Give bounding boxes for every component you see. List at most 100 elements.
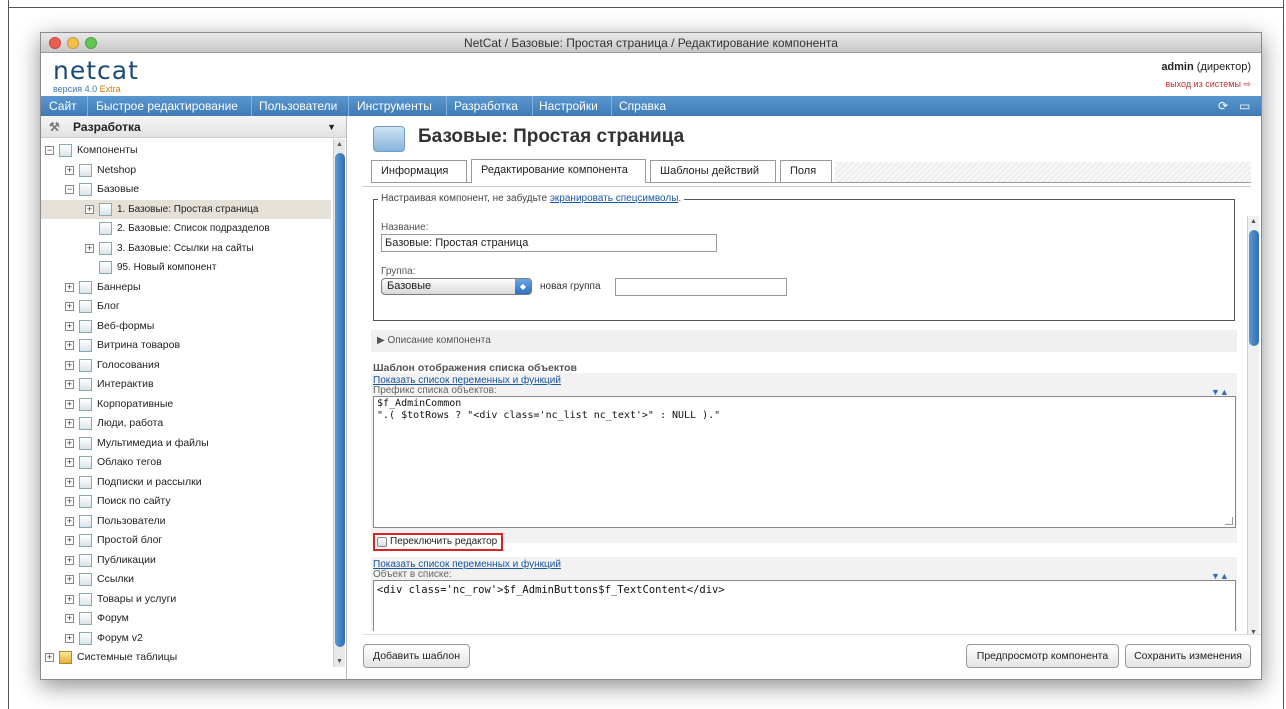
collapse-icon[interactable]: − bbox=[65, 185, 74, 194]
tree-item[interactable]: +1. Базовые: Простая страница bbox=[41, 199, 331, 219]
expand-icon[interactable]: + bbox=[65, 321, 74, 331]
toggle-editor-checkbox[interactable]: Переключить редактор bbox=[373, 533, 503, 551]
netcat-logo[interactable]: netcat bbox=[53, 56, 139, 85]
tab-action-templates[interactable]: Шаблоны действий bbox=[650, 160, 776, 182]
expand-icon[interactable]: + bbox=[65, 536, 74, 545]
tree-item[interactable]: +3. Базовые: Ссылки на сайты bbox=[41, 239, 331, 258]
expand-icon[interactable]: + bbox=[65, 302, 74, 311]
tree-item[interactable]: − Базовые bbox=[41, 180, 331, 199]
content-scrollbar[interactable]: ▲ ▼ bbox=[1247, 216, 1259, 638]
chevron-down-icon[interactable]: ▼ bbox=[327, 116, 336, 138]
expand-icon[interactable]: + bbox=[65, 477, 74, 487]
tree-item[interactable]: + Ссылки bbox=[41, 570, 331, 589]
tree-item[interactable]: + Мультимедиа и файлы bbox=[41, 434, 331, 453]
chat-icon[interactable]: ▭ bbox=[1239, 99, 1250, 113]
tree-item[interactable]: + Netshop bbox=[41, 161, 331, 180]
tree-item[interactable]: 95. Новый компонент bbox=[41, 258, 331, 277]
expand-icon[interactable]: + bbox=[85, 243, 94, 253]
expand-icon[interactable]: + bbox=[65, 399, 74, 409]
close-button[interactable] bbox=[49, 37, 61, 49]
table-icon bbox=[59, 651, 72, 664]
scroll-down-icon[interactable]: ▼ bbox=[336, 658, 343, 665]
expand-icon[interactable]: + bbox=[65, 282, 74, 292]
logout-link[interactable]: выход из системы ⇨ bbox=[1165, 79, 1251, 90]
tree-item[interactable]: + Блог bbox=[41, 297, 331, 316]
sidebar-header[interactable]: ⚒ Разработка ▼ bbox=[41, 116, 346, 138]
expand-icon[interactable]: + bbox=[65, 165, 74, 175]
group-select[interactable]: Базовые ◆ bbox=[381, 278, 532, 295]
menu-item-settings[interactable]: Настройки bbox=[539, 99, 598, 113]
tree-item[interactable]: + Витрина товаров bbox=[41, 336, 331, 355]
expand-icon[interactable]: + bbox=[45, 653, 54, 662]
sidebar-scroll-thumb[interactable] bbox=[335, 153, 345, 647]
tree-item[interactable]: + Публикации bbox=[41, 551, 331, 570]
expand-icon[interactable]: + bbox=[65, 341, 74, 350]
tree-item[interactable]: + Поиск по сайту bbox=[41, 492, 331, 511]
tree-item[interactable]: + Простой блог bbox=[41, 531, 331, 550]
tree-item[interactable]: + Баннеры bbox=[41, 278, 331, 297]
prefix-code-editor[interactable]: $f_AdminCommon ".( $totRows ? "<div clas… bbox=[373, 396, 1236, 528]
expand-icon[interactable]: + bbox=[65, 594, 74, 604]
tree-item[interactable]: + Форум v2 bbox=[41, 629, 331, 648]
tree-item[interactable]: + Голосования bbox=[41, 356, 331, 375]
expand-icon[interactable]: + bbox=[65, 614, 74, 623]
scroll-up-icon[interactable]: ▲ bbox=[336, 141, 343, 148]
escape-chars-link[interactable]: экранировать спецсимволы bbox=[550, 193, 679, 204]
menu-item-site[interactable]: Сайт bbox=[49, 99, 77, 113]
tab-component-edit[interactable]: Редактирование компонента bbox=[471, 159, 646, 183]
minimize-button[interactable] bbox=[67, 37, 79, 49]
new-group-input[interactable] bbox=[615, 278, 787, 296]
checkbox-icon[interactable] bbox=[377, 537, 387, 547]
save-changes-button[interactable]: Сохранить изменения bbox=[1125, 644, 1251, 668]
expand-icon[interactable]: + bbox=[65, 497, 74, 506]
tree-item-label: Пользователи bbox=[97, 514, 166, 527]
object-code-editor[interactable]: <div class='nc_row'>$f_AdminButtons$f_Te… bbox=[373, 580, 1236, 631]
expand-icon[interactable]: + bbox=[65, 380, 74, 389]
menu-item-quick-edit[interactable]: Быстрое редактирование bbox=[96, 99, 238, 113]
preview-component-button[interactable]: Предпросмотр компонента bbox=[966, 644, 1119, 668]
tree-item[interactable]: 2. Базовые: Список подразделов bbox=[41, 219, 331, 238]
expand-icon[interactable]: + bbox=[65, 633, 74, 643]
sidebar-scrollbar[interactable]: ▲ ▼ bbox=[333, 139, 345, 667]
tree-item[interactable]: + Веб-формы bbox=[41, 317, 331, 336]
tree-item-label: Netshop bbox=[97, 163, 137, 176]
tab-fields[interactable]: Поля bbox=[780, 160, 832, 182]
expand-icon[interactable]: + bbox=[65, 438, 74, 448]
new-group-label: новая группа bbox=[540, 281, 601, 292]
component-icon bbox=[79, 553, 92, 567]
add-template-button[interactable]: Добавить шаблон bbox=[363, 644, 470, 668]
zoom-button[interactable] bbox=[85, 37, 97, 49]
tree-item[interactable]: + Люди, работа bbox=[41, 414, 331, 433]
description-toggle[interactable]: ▶ Описание компонента bbox=[371, 330, 1237, 352]
content-scroll-thumb[interactable] bbox=[1249, 230, 1259, 346]
expand-icon[interactable]: + bbox=[85, 204, 94, 214]
expand-icon[interactable]: + bbox=[65, 516, 74, 526]
menu-item-users[interactable]: Пользователи bbox=[259, 99, 337, 113]
component-icon bbox=[59, 144, 72, 157]
tree-item[interactable]: + Товары и услуги bbox=[41, 590, 331, 609]
expand-icon[interactable]: + bbox=[65, 575, 74, 584]
tree-item[interactable]: + Интерактив bbox=[41, 375, 331, 394]
tree-item[interactable]: + Системные таблицы bbox=[41, 648, 331, 667]
tree-item[interactable]: + Облако тегов bbox=[41, 453, 331, 472]
tree-item[interactable]: − Компоненты bbox=[41, 141, 331, 160]
expand-icon[interactable]: + bbox=[65, 458, 74, 467]
collapse-icon[interactable]: − bbox=[45, 146, 54, 155]
expand-icon[interactable]: + bbox=[65, 360, 74, 370]
expand-icon[interactable]: + bbox=[65, 555, 74, 565]
name-input[interactable]: Базовые: Простая страница bbox=[381, 234, 717, 252]
tree-item[interactable]: + Корпоративные bbox=[41, 395, 331, 414]
expand-icon[interactable]: + bbox=[65, 419, 74, 428]
scroll-up-icon-2[interactable]: ▲ bbox=[1250, 218, 1257, 225]
tree-item[interactable]: + Подписки и рассылки bbox=[41, 473, 331, 492]
folder-icon bbox=[373, 126, 405, 152]
menu-item-tools[interactable]: Инструменты bbox=[357, 99, 432, 113]
tree-item[interactable]: + Форум bbox=[41, 609, 331, 628]
refresh-icon[interactable]: ⟳ bbox=[1218, 99, 1228, 113]
tree-item[interactable]: + Пользователи bbox=[41, 512, 331, 531]
tab-information[interactable]: Информация bbox=[371, 160, 467, 182]
component-icon bbox=[79, 183, 92, 196]
menu-item-help[interactable]: Справка bbox=[619, 99, 666, 113]
resize-handle-icon[interactable] bbox=[1225, 517, 1233, 525]
menu-item-development[interactable]: Разработка bbox=[454, 99, 518, 113]
